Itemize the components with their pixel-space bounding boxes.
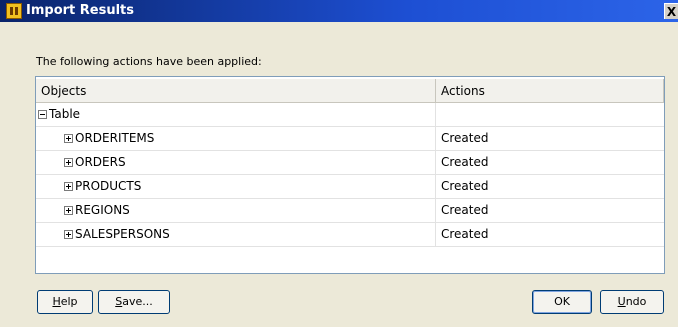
objects-cell: Table [36,103,436,126]
expand-icon[interactable] [64,206,73,215]
close-button[interactable]: X [664,3,678,19]
action-cell: Created [441,131,489,145]
undo-mnemonic: U [617,295,626,308]
help-label: elp [60,295,78,308]
app-icon [6,3,22,19]
expand-icon[interactable] [64,182,73,191]
import-results-dialog: Import Results X The following actions h… [0,0,678,327]
tree-row-table-group[interactable]: Table [36,103,664,127]
object-name: ORDERS [75,155,126,169]
collapse-icon[interactable] [38,110,47,119]
table-row[interactable]: ORDERITEMS Created [36,127,664,151]
results-tree-table: Objects Actions Table ORDERITEMS Created… [35,76,665,274]
expand-icon[interactable] [64,230,73,239]
object-name: SALESPERSONS [75,227,170,241]
action-cell: Created [441,227,489,241]
undo-button[interactable]: Undo [600,290,664,314]
table-row[interactable]: REGIONS Created [36,199,664,223]
object-name: PRODUCTS [75,179,142,193]
objects-cell: REGIONS [36,199,436,222]
expand-icon[interactable] [64,158,73,167]
undo-label: ndo [625,295,647,308]
help-mnemonic: H [52,295,61,308]
action-cell: Created [441,155,489,169]
save-button[interactable]: Save... [98,290,170,314]
action-cell: Created [441,179,489,193]
intro-text: The following actions have been applied: [36,55,262,68]
table-row[interactable]: PRODUCTS Created [36,175,664,199]
ok-button[interactable]: OK [532,290,592,314]
objects-cell: ORDERS [36,151,436,174]
objects-cell: PRODUCTS [36,175,436,198]
objects-cell: SALESPERSONS [36,223,436,246]
expand-icon[interactable] [64,134,73,143]
table-row[interactable]: ORDERS Created [36,151,664,175]
column-header-objects[interactable]: Objects [36,79,436,103]
column-header-actions[interactable]: Actions [436,79,664,103]
window-title: Import Results [26,3,134,18]
help-button[interactable]: Help [37,290,93,314]
object-name: ORDERITEMS [75,131,155,145]
save-label: ave... [122,295,153,308]
objects-cell: ORDERITEMS [36,127,436,150]
title-bar[interactable]: Import Results X [0,0,678,22]
action-cell: Created [441,203,489,217]
group-label: Table [49,107,81,121]
table-row[interactable]: SALESPERSONS Created [36,223,664,247]
object-name: REGIONS [75,203,130,217]
